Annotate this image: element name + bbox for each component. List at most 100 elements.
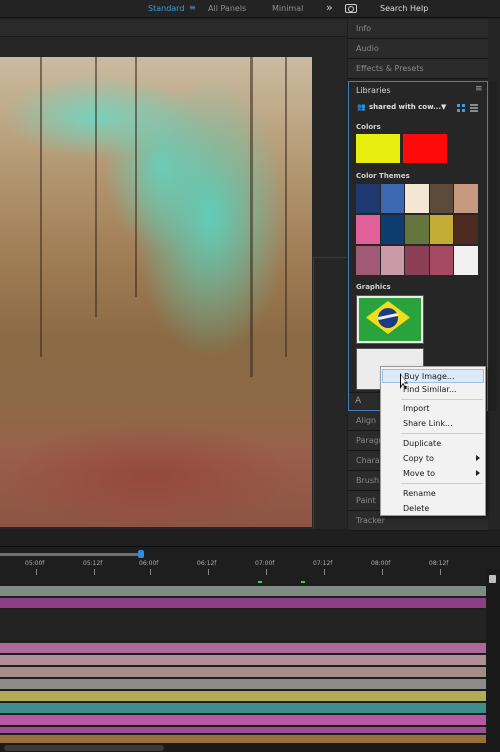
panel-tracker-label: Tracker (356, 516, 385, 525)
context-menu: Buy Image... Find Similar... Import Shar… (380, 366, 486, 516)
layer-bar[interactable] (0, 703, 486, 713)
panel-paint-label: Paint (356, 496, 376, 505)
panel-effects-presets[interactable]: Effects & Presets (348, 59, 488, 79)
panel-paint[interactable]: Paint (348, 491, 380, 511)
graphic-brazil-flag[interactable] (356, 295, 424, 344)
color-theme[interactable] (356, 184, 478, 213)
menu-item-delete[interactable]: Delete (382, 502, 484, 516)
ruler-tick (150, 569, 151, 575)
menu-item-copy-to[interactable]: Copy to (382, 452, 484, 466)
color-theme[interactable] (356, 215, 478, 244)
ruler-label: 05:00f (25, 560, 45, 567)
workspace-overflow-icon[interactable]: » (326, 1, 333, 14)
layer-bar[interactable] (0, 655, 486, 665)
color-swatch[interactable] (356, 134, 400, 163)
theme-color-chip (429, 184, 454, 213)
libraries-scrollbar[interactable] (489, 81, 497, 411)
composition-viewer (0, 19, 347, 529)
layer-bar[interactable] (0, 643, 486, 653)
theme-color-chip (405, 184, 429, 213)
panel-align[interactable]: Align (348, 411, 380, 431)
theme-color-chip (454, 215, 478, 244)
search-icon[interactable] (345, 4, 357, 13)
panel-brushes[interactable]: Brush (348, 471, 380, 491)
layer-bar[interactable] (0, 610, 486, 640)
viewer-header (0, 19, 347, 37)
panel-info-label: Info (356, 24, 372, 33)
workspace-minimal[interactable]: Minimal (272, 4, 303, 13)
ruler-label: 06:00f (139, 560, 159, 567)
tree-trunk (285, 57, 287, 357)
menu-item-import[interactable]: Import (382, 402, 484, 416)
panel-paragraph[interactable]: Paragr (348, 431, 382, 451)
guide-line (312, 257, 347, 258)
layer-bar[interactable] (0, 691, 486, 701)
menu-item-find-similar[interactable]: Find Similar... (382, 383, 484, 397)
libraries-panel: Libraries ≡ 👥 shared with cow... ▼ Color… (348, 81, 488, 411)
colors-section-title: Colors (356, 123, 381, 131)
menu-separator (401, 399, 483, 400)
menu-item-label: Delete (403, 504, 430, 513)
keyframe-marker[interactable] (301, 581, 305, 583)
color-swatch[interactable] (403, 134, 447, 163)
workspace-all-panels[interactable]: All Panels (208, 4, 246, 13)
panel-align-label: Align (356, 416, 377, 425)
playhead-handle[interactable] (138, 550, 144, 558)
menu-item-move-to[interactable]: Move to (382, 467, 484, 481)
menu-separator (401, 483, 483, 484)
keyframe-marker[interactable] (258, 581, 262, 583)
ruler-tick (440, 569, 441, 575)
zoom-slider-thumb[interactable] (489, 575, 496, 583)
ruler-label: 05:12f (83, 560, 103, 567)
libraries-title: Libraries (356, 86, 391, 95)
theme-color-chip (380, 184, 405, 213)
layer-bar[interactable] (0, 735, 486, 743)
layer-bar[interactable] (0, 667, 486, 677)
timeline-panel: 05:00f 05:12f 06:00f 06:12f 07:00f 07:12f 08:0… (0, 546, 500, 752)
list-view-icon[interactable] (470, 104, 478, 112)
layer-bar[interactable] (0, 679, 486, 689)
layer-bar[interactable] (0, 727, 486, 733)
adobe-stock-icon[interactable]: A (355, 396, 361, 406)
timeline-scroll-thumb[interactable] (4, 745, 164, 751)
layer-bar[interactable] (0, 715, 486, 725)
theme-color-chip (454, 246, 478, 275)
guide-line (313, 257, 314, 529)
ruler-tick (94, 569, 95, 575)
layer-bar[interactable] (0, 586, 486, 596)
search-help-input[interactable]: Search Help (380, 4, 428, 13)
menu-item-duplicate[interactable]: Duplicate (382, 437, 484, 451)
layer-bar[interactable] (0, 598, 486, 608)
theme-color-chip (356, 215, 380, 244)
theme-color-chip (429, 215, 454, 244)
menu-item-buy-image[interactable]: Buy Image... (382, 369, 484, 383)
theme-color-chip (405, 246, 429, 275)
ruler-tick (208, 569, 209, 575)
menu-separator (401, 433, 483, 434)
library-dropdown-label: shared with cow... (369, 103, 442, 111)
menu-item-share-link[interactable]: Share Link... (382, 417, 484, 431)
composition-frame-image[interactable] (0, 57, 312, 527)
menu-item-label: Move to (403, 469, 436, 478)
ruler-label: 06:12f (197, 560, 217, 567)
panel-character[interactable]: Chara (348, 451, 380, 471)
libraries-menu-icon[interactable]: ≡ (475, 84, 483, 94)
workspace-menu-icon[interactable]: ≡ (189, 3, 196, 12)
panel-info[interactable]: Info (348, 19, 488, 39)
menu-item-rename[interactable]: Rename (382, 487, 484, 501)
grid-view-icon[interactable] (457, 104, 465, 112)
menu-item-label: Duplicate (403, 439, 442, 448)
workspace-standard[interactable]: Standard (148, 4, 184, 13)
panel-audio[interactable]: Audio (348, 39, 488, 59)
ruler-label: 08:12f (429, 560, 449, 567)
library-dropdown[interactable]: 👥 shared with cow... ▼ (355, 101, 455, 114)
ruler-tick (266, 569, 267, 575)
color-theme[interactable] (356, 246, 478, 275)
timeline-vertical-scrollbar[interactable] (486, 569, 500, 752)
menu-item-label: Copy to (403, 454, 434, 463)
chevron-down-icon: ▼ (441, 103, 447, 111)
submenu-arrow-icon (476, 455, 480, 461)
work-area-bar[interactable] (0, 553, 140, 556)
ruler-label: 08:00f (371, 560, 391, 567)
ruler-tick (382, 569, 383, 575)
